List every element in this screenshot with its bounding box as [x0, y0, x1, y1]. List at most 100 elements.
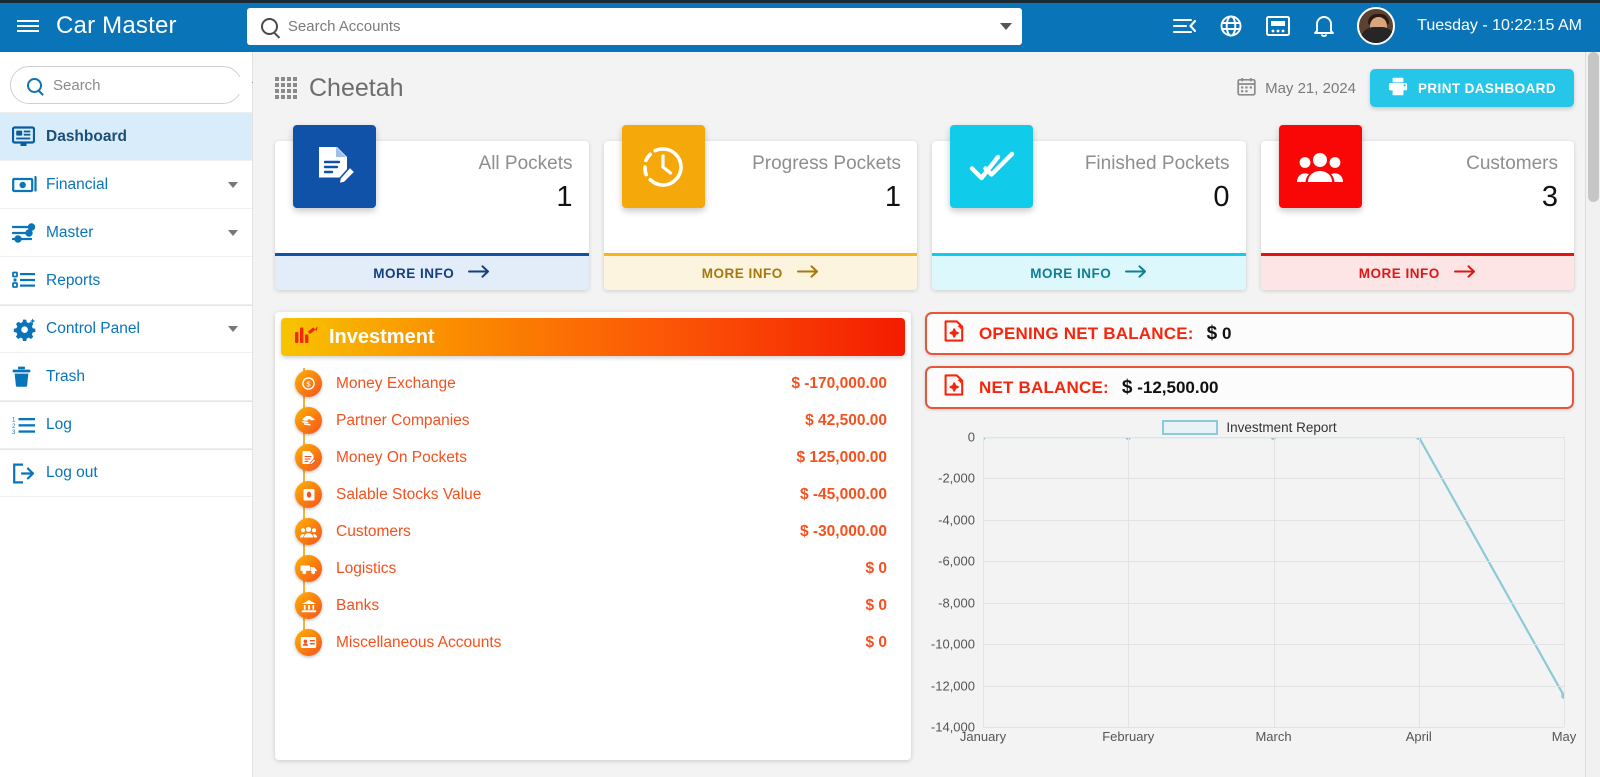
sidebar-item-control-panel[interactable]: Control Panel [0, 305, 252, 353]
chart-y-tick-label: 0 [967, 429, 975, 445]
investment-row-name: Partner Companies [336, 411, 470, 429]
stat-card-progress-pockets[interactable]: Progress Pockets 1 MORE INFO [603, 125, 917, 290]
sidebar-item-master[interactable]: Master [0, 209, 252, 257]
arrow-right-icon [796, 265, 819, 281]
sidebar-item-label: Financial [46, 175, 109, 193]
app-brand-title: Car Master [56, 12, 177, 39]
investment-row-name: Miscellaneous Accounts [336, 633, 502, 651]
sidebar: Dashboard Financial Master [0, 52, 264, 777]
search-accounts-input[interactable] [287, 17, 1000, 35]
app-shell: Dashboard Financial Master [0, 52, 1600, 777]
topbar-icon-group: Tuesday - 10:22:15 AM [1172, 7, 1590, 45]
arrow-right-icon [1125, 265, 1147, 281]
globe-icon[interactable] [1219, 14, 1243, 38]
content-scrollbar[interactable] [1585, 52, 1600, 777]
more-info-link[interactable]: MORE INFO [932, 253, 1246, 290]
chevron-down-icon[interactable] [228, 229, 238, 236]
more-info-link[interactable]: MORE INFO [275, 253, 589, 290]
page-title: Cheetah [309, 73, 404, 102]
top-bar: Car Master Tuesday - 10:22:15 A [0, 0, 1600, 52]
investment-row[interactable]: Money On Pockets $ 125,000.00 [287, 439, 887, 476]
print-dashboard-label: PRINT DASHBOARD [1417, 80, 1556, 96]
account-search-box[interactable] [246, 7, 1022, 45]
main-content: Cheetah May 21, 2024 PRINT DASHBOARD All… [253, 52, 1600, 777]
sidebar-item-dashboard[interactable]: Dashboard [0, 113, 252, 161]
investment-row[interactable]: Salable Stocks Value $ -45,000.00 [287, 476, 887, 513]
legend-label: Investment Report [1226, 420, 1337, 435]
more-info-label: MORE INFO [373, 265, 455, 281]
chart-gridline [983, 437, 984, 727]
calculator-icon[interactable] [1265, 15, 1291, 37]
bank-icon [295, 592, 322, 619]
net-balance-banner: NET BALANCE: $ -12,500.00 [925, 366, 1574, 409]
sidebar-search-input[interactable] [53, 76, 252, 94]
user-avatar[interactable] [1357, 7, 1396, 45]
balance-label: NET BALANCE: [979, 377, 1109, 397]
dashboard-date[interactable]: May 21, 2024 [1237, 77, 1356, 100]
balance-value: $ -12,500.00 [1122, 377, 1219, 399]
chart-y-tick-label: -10,000 [930, 636, 975, 652]
stat-card-finished-pockets[interactable]: Finished Pockets 0 MORE INFO [932, 125, 1246, 290]
hamburger-icon[interactable] [0, 17, 56, 35]
printer-icon [1388, 77, 1408, 99]
chart-y-tick-label: -2,000 [938, 470, 975, 486]
sidebar-item-label: Control Panel [46, 320, 140, 337]
clock-progress-icon [621, 125, 705, 208]
more-info-link[interactable]: MORE INFO [1260, 253, 1574, 290]
more-info-label: MORE INFO [1030, 265, 1112, 281]
print-dashboard-button[interactable]: PRINT DASHBOARD [1369, 69, 1574, 107]
svg-text:2: 2 [12, 423, 16, 429]
sidebar-item-reports[interactable]: Reports [0, 257, 252, 305]
svg-text:1: 1 [12, 417, 16, 423]
investment-row[interactable]: Partner Companies $ 42,500.00 [287, 402, 887, 439]
chevron-down-icon[interactable] [228, 181, 238, 188]
investment-row-amount: $ -45,000.00 [799, 485, 887, 503]
sidebar-item-financial[interactable]: Financial [0, 161, 252, 209]
chart-gridline [983, 727, 1564, 728]
investment-row[interactable]: Banks $ 0 [287, 587, 887, 624]
dollar-coin-icon: $ [295, 370, 322, 397]
bar-chart-arrow-icon [295, 325, 318, 350]
calendar-icon [1237, 77, 1256, 100]
collapse-menu-icon[interactable] [1172, 16, 1197, 36]
double-check-icon [950, 125, 1033, 208]
sidebar-search-box[interactable] [10, 66, 264, 104]
chevron-down-icon[interactable] [228, 326, 238, 332]
legend-swatch [1162, 420, 1219, 435]
handshake-icon [295, 407, 322, 434]
investment-row[interactable]: Logistics $ 0 [287, 550, 887, 587]
new-doc-sparkle-icon [943, 319, 966, 348]
sidebar-item-logout[interactable]: Log out [0, 449, 252, 497]
chart-y-tick-label: -4,000 [938, 512, 975, 528]
stat-card-customers[interactable]: Customers 3 MORE INFO [1260, 125, 1574, 290]
chart-x-tick-label: March [1255, 729, 1292, 744]
scrollbar-thumb[interactable] [1588, 52, 1599, 202]
investment-row[interactable]: Customers $ -30,000.00 [287, 513, 887, 550]
balance-label: OPENING NET BALANCE: [979, 323, 1194, 343]
grid-icon [275, 77, 297, 99]
datetime-display: Tuesday - 10:22:15 AM [1417, 17, 1582, 34]
chevron-down-icon[interactable] [999, 22, 1012, 30]
list-icon [12, 271, 46, 290]
monitor-icon [12, 126, 46, 147]
stat-card-all-pockets[interactable]: All Pockets 1 MORE INFO [275, 125, 589, 290]
investment-row-amount: $ 125,000.00 [796, 448, 887, 466]
sidebar-item-trash[interactable]: Trash [0, 353, 252, 401]
investment-row[interactable]: Miscellaneous Accounts $ 0 [287, 624, 887, 661]
chart-legend: Investment Report [925, 420, 1574, 435]
investment-row-name: Logistics [336, 559, 397, 577]
currency-symbol: $ [1206, 322, 1218, 344]
search-icon [27, 77, 42, 93]
document-edit-icon [295, 444, 322, 471]
sidebar-item-label: Reports [46, 271, 101, 289]
chart-gridline [1418, 437, 1420, 727]
chart-gridline [1273, 437, 1275, 727]
investment-row[interactable]: $ Money Exchange $ -170,000.00 [287, 365, 887, 402]
bell-icon[interactable] [1313, 14, 1335, 38]
sidebar-item-label: Log out [46, 464, 98, 481]
sidebar-item-log[interactable]: 1 2 3 Log [0, 401, 252, 449]
investment-panel-header: Investment [281, 318, 905, 356]
more-info-link[interactable]: MORE INFO [603, 253, 917, 290]
investment-row-amount: $ 0 [865, 596, 887, 614]
investment-panel: Investment $ Money Exchange $ -170,000.0… [275, 312, 911, 760]
